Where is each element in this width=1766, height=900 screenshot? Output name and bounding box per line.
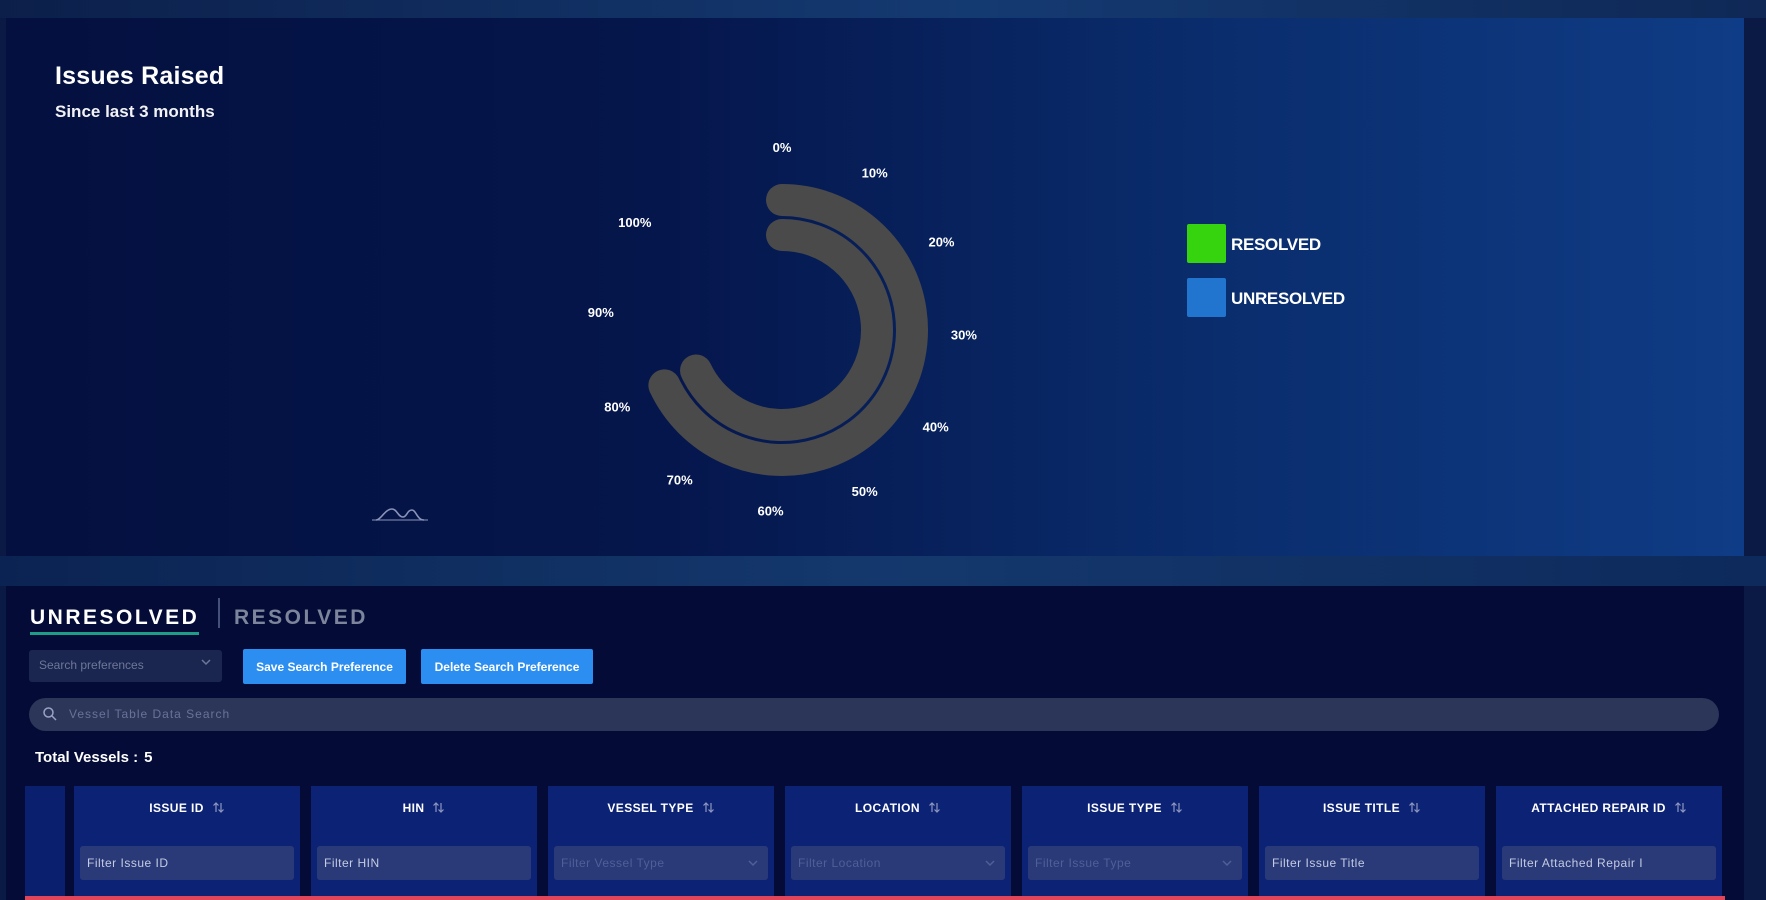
column-header-label: HIN (402, 801, 425, 815)
column-header[interactable]: HIN (311, 801, 537, 815)
tab-resolved[interactable]: RESOLVED (234, 606, 368, 630)
column-issue-type: ISSUE TYPE Filter Issue Type (1022, 786, 1248, 900)
search-preferences-select[interactable]: Search preferences (29, 650, 222, 682)
save-search-preference-button[interactable]: Save Search Preference (243, 649, 406, 684)
column-header[interactable]: ISSUE TITLE (1259, 801, 1485, 815)
column-location: LOCATION Filter Location (785, 786, 1011, 900)
sort-icon[interactable] (1408, 801, 1421, 814)
filter-input[interactable]: Filter Issue ID (80, 846, 294, 880)
column-header[interactable]: LOCATION (785, 801, 1011, 815)
column-header-label: LOCATION (855, 801, 920, 815)
legend-swatch-unresolved (1187, 278, 1226, 317)
scale-label: 60% (758, 504, 784, 519)
search-icon (43, 707, 57, 721)
filter-select[interactable]: Filter Issue Type (1028, 846, 1242, 880)
sort-icon[interactable] (432, 801, 445, 814)
sort-icon[interactable] (702, 801, 715, 814)
column-header[interactable]: ISSUE TYPE (1022, 801, 1248, 815)
filter-select[interactable]: Filter Location (791, 846, 1005, 880)
column-issue-title: ISSUE TITLE Filter Issue Title (1259, 786, 1485, 900)
filter-placeholder: Filter Location (798, 856, 881, 870)
tab-unresolved[interactable]: UNRESOLVED (30, 606, 200, 635)
column-issue-id: ISSUE ID Filter Issue ID (74, 786, 300, 900)
search-preferences-placeholder: Search preferences (39, 658, 144, 672)
column-hin: HIN Filter HIN (311, 786, 537, 900)
column-header[interactable]: ISSUE ID (74, 801, 300, 815)
section-divider (0, 556, 1766, 586)
filter-placeholder: Filter Attached Repair I (1509, 856, 1644, 870)
tab-separator (218, 598, 220, 628)
column-header-label: ISSUE ID (149, 801, 204, 815)
filter-placeholder: Filter Vessel Type (561, 856, 665, 870)
sort-icon[interactable] (1170, 801, 1183, 814)
sort-icon[interactable] (212, 801, 225, 814)
column-vessel-type: VESSEL TYPE Filter Vessel Type (548, 786, 774, 900)
ring-unresolved[interactable] (680, 219, 893, 441)
column-attached-repair-id: ATTACHED REPAIR ID Filter Attached Repair… (1496, 786, 1722, 900)
top-strip (0, 0, 1766, 18)
column-header-label: VESSEL TYPE (607, 801, 694, 815)
chevron-down-icon (1222, 860, 1232, 867)
total-vessels-label: Total Vessels : (35, 749, 139, 766)
scale-label: 70% (667, 473, 693, 488)
filter-placeholder: Filter HIN (324, 856, 380, 870)
scale-label: 0% (773, 140, 792, 155)
scale-label: 90% (588, 305, 614, 320)
legend-label: RESOLVED (1231, 235, 1321, 254)
scale-label: 30% (951, 328, 977, 343)
legend-label: UNRESOLVED (1231, 289, 1345, 308)
total-vessels: Total Vessels : 5 (35, 749, 152, 766)
chevron-down-icon (985, 860, 995, 867)
sort-icon[interactable] (928, 801, 941, 814)
column-header-label: ISSUE TITLE (1322, 801, 1401, 815)
filter-placeholder: Filter Issue Type (1035, 856, 1132, 870)
filter-input[interactable]: Filter HIN (317, 846, 531, 880)
radial-chart: 0% 10% 20% 30% 40% 50% 60% 70% 80% 90% 100% (372, 140, 977, 521)
scale-label: 40% (923, 420, 949, 435)
search-placeholder: Vessel Table Data Search (69, 707, 231, 721)
chart-logo-icon (372, 508, 428, 521)
table-search-input[interactable]: Vessel Table Data Search (29, 698, 1719, 731)
legend-swatch-resolved (1187, 224, 1226, 263)
column-header[interactable]: ATTACHED REPAIR ID (1496, 801, 1722, 815)
column-header[interactable]: VESSEL TYPE (548, 801, 774, 815)
scale-label: 50% (852, 484, 878, 499)
filter-placeholder: Filter Issue Title (1272, 856, 1366, 870)
ring-layer (648, 184, 928, 476)
scale-label: 100% (618, 215, 652, 230)
first-row-edge (25, 896, 1725, 900)
scale-label: 80% (604, 399, 630, 414)
filter-input[interactable]: Filter Issue Title (1265, 846, 1479, 880)
filter-select[interactable]: Filter Vessel Type (554, 846, 768, 880)
delete-search-preference-button[interactable]: Delete Search Preference (421, 649, 593, 684)
total-vessels-value: 5 (144, 749, 153, 766)
sort-icon[interactable] (1674, 801, 1687, 814)
chevron-down-icon (201, 659, 211, 666)
row-select-column (25, 786, 65, 900)
chart-panel: Issues Raised Since last 3 months 0% 10% 2… (6, 18, 1744, 556)
filter-input[interactable]: Filter Attached Repair I (1502, 846, 1716, 880)
scale-label: 20% (928, 234, 954, 249)
chevron-down-icon (748, 860, 758, 867)
filter-placeholder: Filter Issue ID (87, 856, 169, 870)
column-header-label: ISSUE TYPE (1087, 801, 1162, 815)
column-header-label: ATTACHED REPAIR ID (1531, 801, 1666, 815)
scale-label: 10% (862, 165, 888, 180)
